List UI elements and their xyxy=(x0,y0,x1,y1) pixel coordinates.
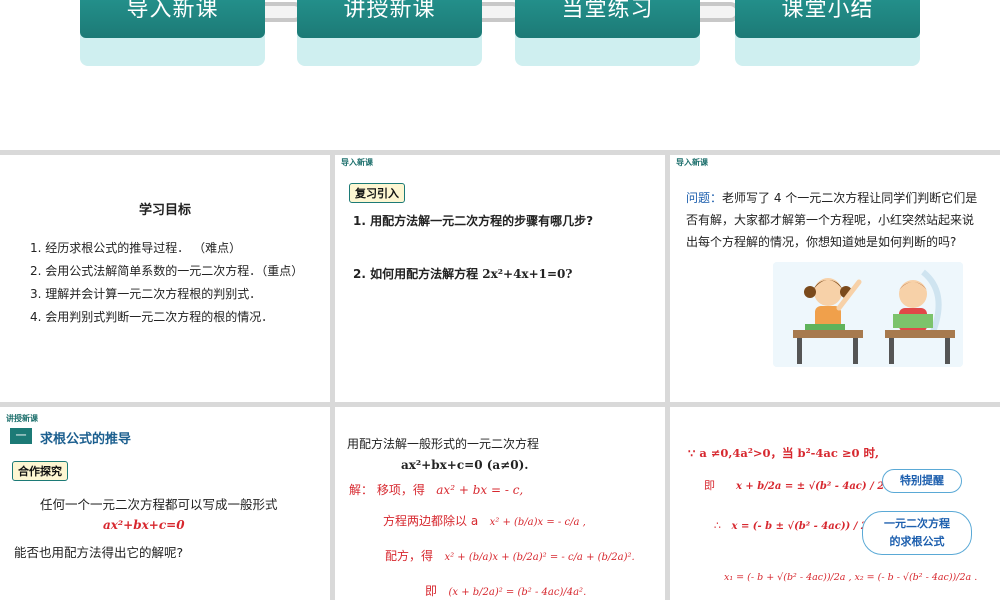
students-image xyxy=(773,262,963,367)
question-2: 2. 如何用配方法解方程 2x²+4x+1=0? xyxy=(353,267,573,281)
step-1: 解： 移项，得 ax² + bx = - c, xyxy=(349,483,524,497)
slide-learning-goals[interactable]: 学习目标 1. 经历求根公式的推导过程． （难点） 2. 会用公式法解简单系数的… xyxy=(0,155,330,402)
question-line: 能否也用配方法得出它的解呢? xyxy=(14,545,184,560)
slide-derivation-intro[interactable]: 讲授新课 一 求根公式的推导 合作探究 任何一个一元二次方程都可以写成一般形式 … xyxy=(0,407,330,600)
question-1: 1. 用配方法解一元二次方程的步骤有哪几步? xyxy=(353,214,594,228)
tab-summary[interactable]: 课堂小结 xyxy=(735,0,920,38)
roots-line: x₁ = (- b + √(b² - 4ac))/2a , x₂ = (- b … xyxy=(724,572,978,583)
slide-quadratic-formula[interactable]: ∵ a ≠0,4a²>0，当 b²-4ac ≥0 时, 即 x + b/2a =… xyxy=(670,407,1000,600)
section-tag: 导入新课 xyxy=(676,158,708,167)
general-equation: ax²+bx+c=0 (a≠0). xyxy=(401,458,529,472)
list-item: 4. 会用判别式判断一元二次方程的根的情况． xyxy=(30,310,274,324)
nav-bar: 导入新课 讲授新课 当堂练习 课堂小结 xyxy=(60,0,940,70)
goal-list: 1. 经历求根公式的推导过程． （难点） 2. 会用公式法解简单系数的一元二次方… xyxy=(30,237,304,329)
page-title: 学习目标 xyxy=(138,203,191,218)
list-item: 2. 会用公式法解简单系数的一元二次方程．（重点） xyxy=(30,264,304,278)
tip-bubble: 特别提醒 xyxy=(882,469,962,493)
formula-step-1: 即 x + b/2a = ± √(b² - 4ac) / 2a . xyxy=(704,479,898,492)
section-number: 一 xyxy=(10,428,32,444)
tab-practice[interactable]: 当堂练习 xyxy=(515,0,700,38)
explore-badge: 合作探究 xyxy=(12,461,68,481)
review-badge: 复习引入 xyxy=(349,183,405,203)
step-4: 即 (x + b/2a)² = (b² - 4ac)/4a². xyxy=(425,584,587,598)
derivation-intro: 用配方法解一般形式的一元二次方程 xyxy=(347,437,540,451)
header-area: 导入新课 讲授新课 当堂练习 课堂小结 xyxy=(0,0,1000,150)
problem-text: 问题：老师写了 4 个一元二次方程让同学们判断它们是否有解，大家都才解第一个方程… xyxy=(686,191,978,249)
slide-completing-square[interactable]: 用配方法解一般形式的一元二次方程 ax²+bx+c=0 (a≠0). 解： 移项… xyxy=(335,407,665,600)
slide-review[interactable]: 导入新课 复习引入 1. 用配方法解一元二次方程的步骤有哪几步? 2. 如何用配… xyxy=(335,155,665,402)
condition-line: ∵ a ≠0,4a²>0，当 b²-4ac ≥0 时, xyxy=(688,446,880,460)
formula-bubble: 一元二次方程 的求根公式 xyxy=(862,511,972,555)
step-2: 方程两边都除以 a x² + (b/a)x = - c/a , xyxy=(383,514,586,528)
formula-step-2: ∴ x = (- b ± √(b² - 4ac)) / 2a . xyxy=(714,519,882,532)
step-3: 配方，得 x² + (b/a)x + (b/2a)² = - c/a + (b/… xyxy=(385,549,635,563)
section-tag: 讲授新课 xyxy=(6,414,38,423)
general-formula: ax²+bx+c=0 xyxy=(103,518,185,532)
section-tag: 导入新课 xyxy=(341,158,373,167)
intro-line: 任何一个一元二次方程都可以写成一般形式 xyxy=(40,497,278,512)
classroom-illustration xyxy=(773,262,963,367)
tab-intro[interactable]: 导入新课 xyxy=(80,0,265,38)
section-title: 求根公式的推导 xyxy=(40,432,132,447)
list-item: 1. 经历求根公式的推导过程． （难点） xyxy=(30,241,242,255)
tab-lecture[interactable]: 讲授新课 xyxy=(297,0,482,38)
list-item: 3. 理解并会计算一元二次方程根的判别式． xyxy=(30,287,262,301)
